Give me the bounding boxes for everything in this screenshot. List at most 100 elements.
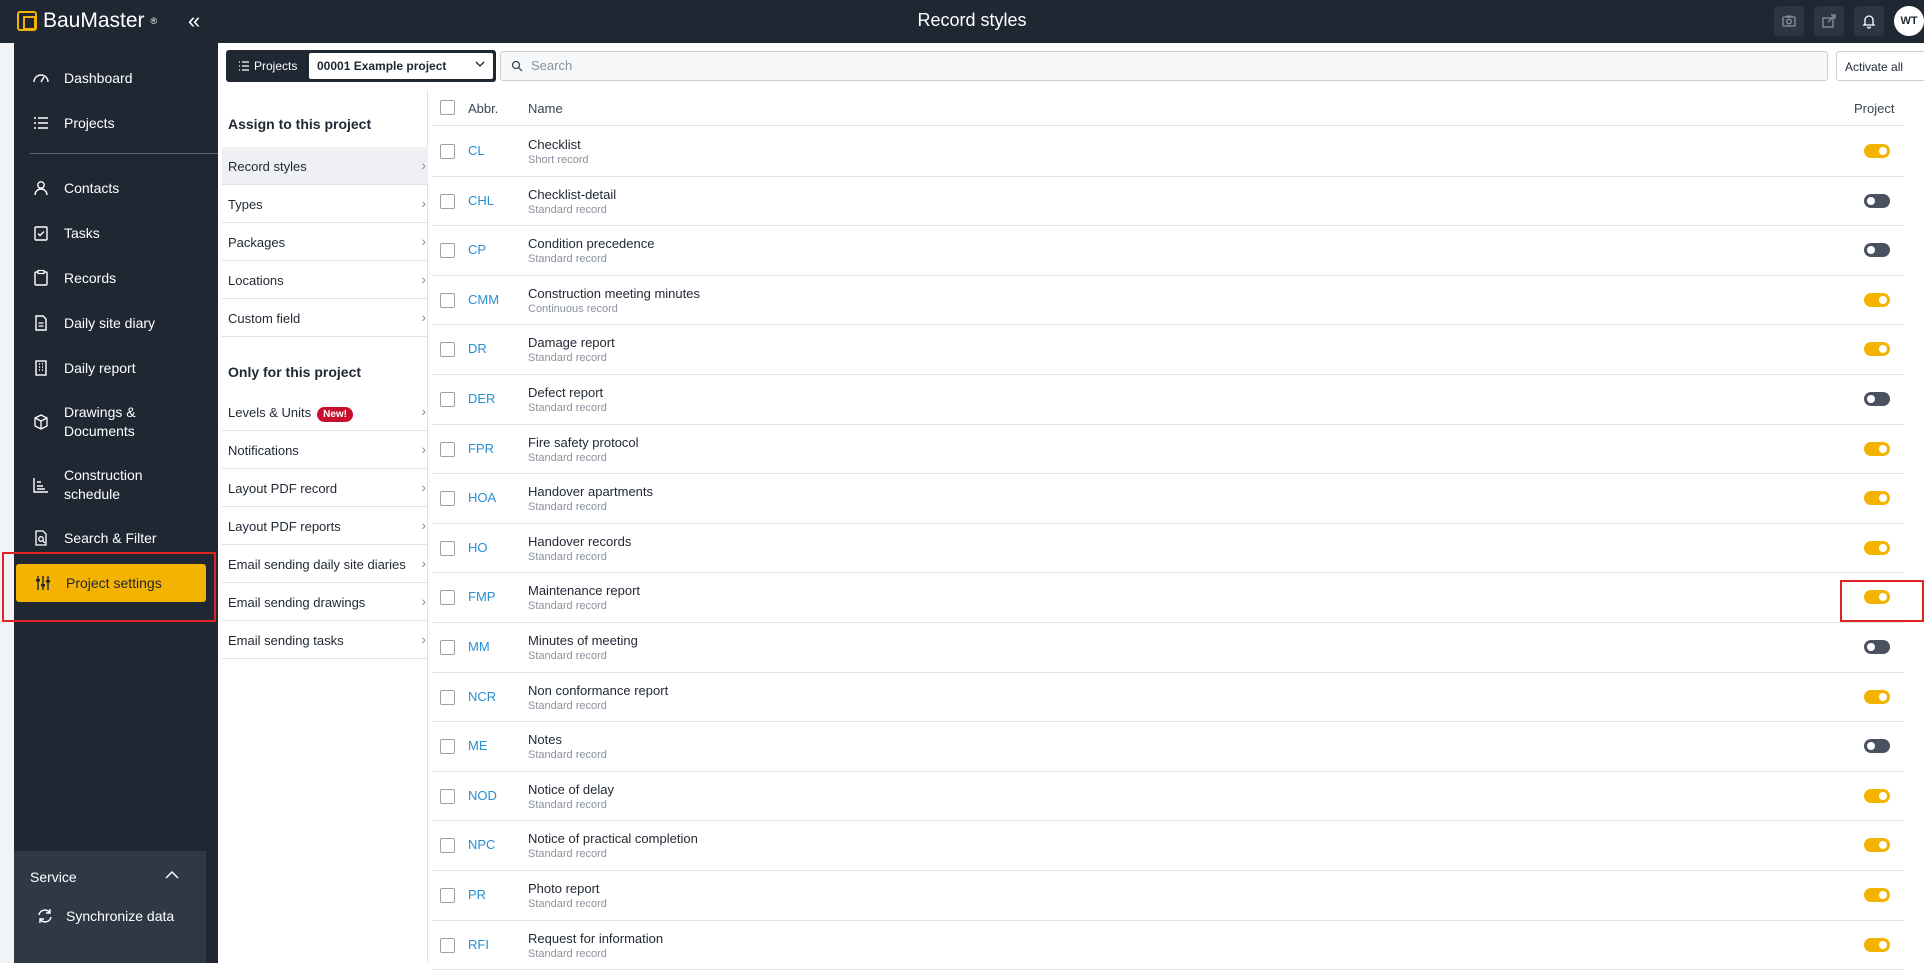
table-row[interactable]: HO Handover records Standard record	[432, 524, 1904, 574]
row-abbr[interactable]: NCR	[468, 689, 496, 704]
row-abbr[interactable]: CHL	[468, 193, 494, 208]
table-row[interactable]: CP Condition precedence Standard record	[432, 226, 1904, 276]
row-checkbox[interactable]	[440, 788, 455, 804]
project-toggle[interactable]	[1864, 739, 1890, 754]
row-abbr[interactable]: NOD	[468, 788, 497, 803]
row-abbr[interactable]: RFI	[468, 937, 489, 952]
row-abbr[interactable]: ME	[468, 738, 488, 753]
project-toggle[interactable]	[1864, 491, 1890, 506]
row-abbr[interactable]: CMM	[468, 292, 499, 307]
avatar[interactable]: WT	[1894, 6, 1924, 36]
menu-item-layout-pdf-reports[interactable]: Layout PDF reports ›	[222, 507, 428, 545]
table-row[interactable]: NPC Notice of practical completion Standar…	[432, 821, 1904, 871]
project-toggle[interactable]	[1864, 144, 1890, 158]
row-checkbox[interactable]	[440, 292, 455, 308]
row-checkbox[interactable]	[440, 243, 455, 259]
table-row[interactable]: FPR Fire safety protocol Standard record	[432, 425, 1904, 475]
row-checkbox[interactable]	[440, 689, 455, 705]
sidebar-item-projects[interactable]: Projects	[14, 108, 218, 138]
project-toggle[interactable]	[1864, 640, 1890, 654]
table-row[interactable]: NOD Notice of delay Standard record	[432, 772, 1904, 822]
row-checkbox[interactable]	[440, 739, 455, 755]
table-row[interactable]: CHL Checklist-detail Standard record	[432, 177, 1904, 227]
menu-item-types[interactable]: Types ›	[222, 185, 428, 223]
table-row[interactable]: HOA Handover apartments Standard record	[432, 474, 1904, 524]
row-abbr[interactable]: PR	[468, 887, 486, 902]
menu-item-email-tasks[interactable]: Email sending tasks ›	[222, 621, 428, 659]
project-toggle[interactable]	[1864, 888, 1890, 902]
row-checkbox[interactable]	[440, 193, 455, 209]
sidebar-item-dashboard[interactable]: Dashboard	[14, 63, 218, 93]
sidebar-item-construction-schedule[interactable]: Construction schedule	[14, 461, 218, 509]
row-checkbox[interactable]	[440, 888, 455, 903]
row-checkbox[interactable]	[440, 937, 455, 953]
menu-item-record-styles[interactable]: Record styles ›	[222, 147, 428, 185]
row-abbr[interactable]: MM	[468, 639, 490, 654]
project-toggle[interactable]	[1864, 540, 1890, 555]
row-checkbox[interactable]	[440, 640, 455, 655]
projects-selector[interactable]: Projects 00001 Example project	[226, 50, 496, 82]
service-heading[interactable]: Service	[30, 869, 77, 885]
table-row[interactable]: DER Defect report Standard record	[432, 375, 1904, 425]
row-checkbox[interactable]	[440, 441, 455, 457]
row-checkbox[interactable]	[440, 392, 455, 407]
project-toggle[interactable]	[1864, 441, 1890, 456]
activate-all-button[interactable]: Activate all	[1836, 51, 1924, 81]
row-abbr[interactable]: NPC	[468, 837, 495, 852]
row-checkbox[interactable]	[440, 342, 455, 358]
row-checkbox[interactable]	[440, 144, 455, 159]
menu-item-email-drawings[interactable]: Email sending drawings ›	[222, 583, 428, 621]
menu-item-layout-pdf-record[interactable]: Layout PDF record ›	[222, 469, 428, 507]
sync-data-item[interactable]: Synchronize data	[36, 907, 174, 925]
table-row[interactable]: DR Damage report Standard record	[432, 325, 1904, 375]
sidebar-item-contacts[interactable]: Contacts	[14, 173, 218, 203]
row-checkbox[interactable]	[440, 540, 455, 556]
row-checkbox[interactable]	[440, 590, 455, 606]
row-abbr[interactable]: HO	[468, 540, 488, 555]
header-abbr[interactable]: Abbr.	[468, 101, 498, 116]
table-row[interactable]: CL Checklist Short record	[432, 127, 1904, 177]
project-toggle[interactable]	[1864, 193, 1890, 208]
row-abbr[interactable]: DR	[468, 341, 487, 356]
row-abbr[interactable]: FMP	[468, 589, 495, 604]
project-toggle[interactable]	[1864, 838, 1890, 853]
project-toggle[interactable]	[1864, 689, 1890, 704]
share-icon[interactable]	[1814, 6, 1844, 36]
row-abbr[interactable]: CP	[468, 242, 486, 257]
menu-item-custom-field[interactable]: Custom field ›	[222, 299, 428, 337]
menu-item-packages[interactable]: Packages ›	[222, 223, 428, 261]
row-abbr[interactable]: HOA	[468, 490, 496, 505]
project-toggle[interactable]	[1864, 392, 1890, 406]
sidebar-item-daily-site-diary[interactable]: Daily site diary	[14, 308, 218, 338]
project-dropdown[interactable]: 00001 Example project	[309, 53, 493, 79]
project-toggle[interactable]	[1864, 788, 1890, 803]
project-toggle[interactable]	[1864, 937, 1890, 952]
sidebar-item-records[interactable]: Records	[14, 263, 218, 293]
row-abbr[interactable]: FPR	[468, 441, 494, 456]
bell-icon[interactable]	[1854, 6, 1884, 36]
table-row[interactable]: FMP Maintenance report Standard record	[432, 573, 1904, 623]
sidebar-item-drawings-documents[interactable]: Drawings & Documents	[14, 398, 218, 446]
menu-item-levels-units[interactable]: Levels & Units New! ›	[222, 393, 428, 431]
project-toggle[interactable]	[1864, 243, 1890, 258]
menu-item-email-diaries[interactable]: Email sending daily site diaries ›	[222, 545, 428, 583]
row-checkbox[interactable]	[440, 838, 455, 854]
project-toggle[interactable]	[1864, 342, 1890, 357]
chevron-up-icon[interactable]	[164, 867, 180, 883]
search-input[interactable]: Search	[500, 51, 1828, 81]
row-abbr[interactable]: DER	[468, 391, 495, 406]
table-row[interactable]: MM Minutes of meeting Standard record	[432, 623, 1904, 673]
table-row[interactable]: NCR Non conformance report Standard record	[432, 673, 1904, 723]
header-name[interactable]: Name	[528, 101, 563, 116]
row-abbr[interactable]: CL	[468, 143, 485, 158]
row-checkbox[interactable]	[440, 491, 455, 507]
camera-icon[interactable]	[1774, 6, 1804, 36]
project-toggle[interactable]	[1864, 292, 1890, 307]
menu-item-notifications[interactable]: Notifications ›	[222, 431, 428, 469]
sidebar-item-search-filter[interactable]: Search & Filter	[14, 523, 218, 553]
table-row[interactable]: CMM Construction meeting minutes Continuou…	[432, 276, 1904, 326]
table-row[interactable]: PR Photo report Standard record	[432, 871, 1904, 921]
table-row[interactable]: ME Notes Standard record	[432, 722, 1904, 772]
header-project[interactable]: Project	[1854, 101, 1894, 116]
sidebar-item-tasks[interactable]: Tasks	[14, 218, 218, 248]
